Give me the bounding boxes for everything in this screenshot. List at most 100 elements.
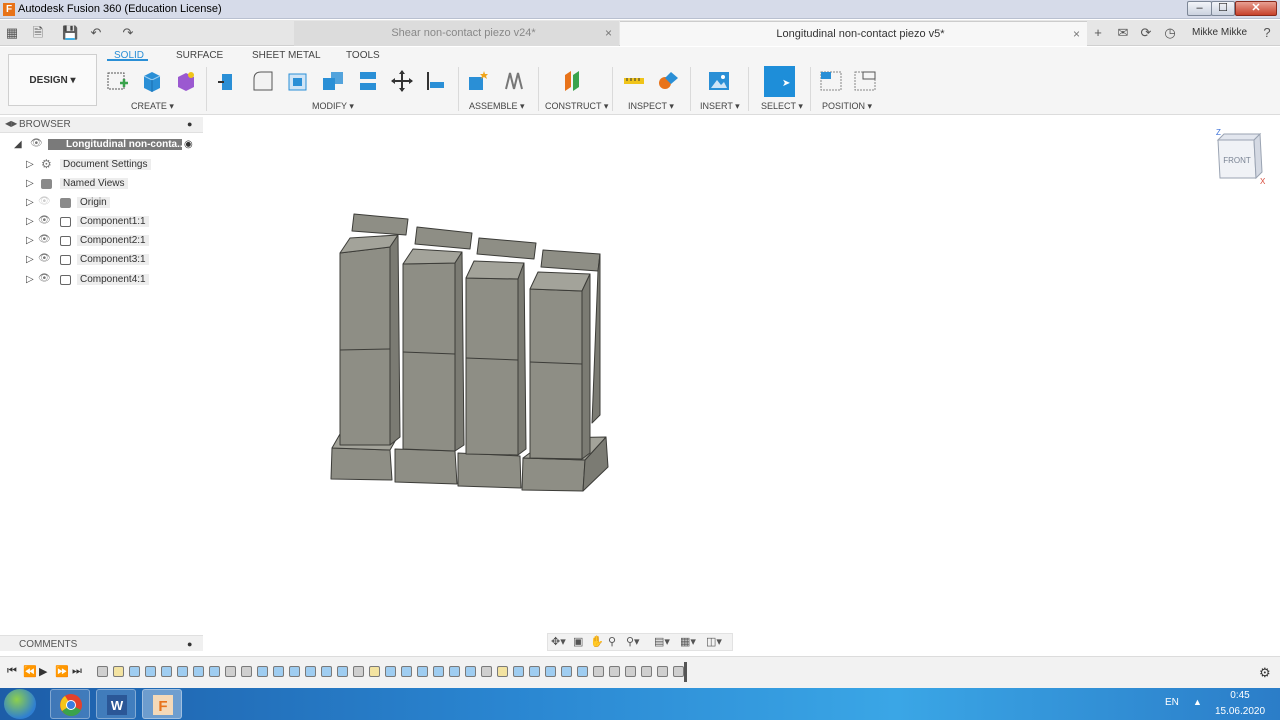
redo-icon[interactable]: ↷ [120,25,136,41]
create-form-icon[interactable] [174,69,198,93]
ribbon-tab-surface[interactable]: SURFACE [176,50,223,61]
press-pull-icon[interactable] [216,69,240,93]
fusion-taskbar-button[interactable]: F [142,689,182,719]
expand-triangle-icon[interactable]: ▷ [26,159,34,170]
revert-position-icon[interactable] [853,69,877,93]
visibility-eye-icon[interactable]: 👁 [38,253,51,264]
visibility-eye-icon[interactable]: 👁 [38,234,51,245]
minimize-button[interactable]: – [1187,1,1212,16]
word-taskbar-button[interactable]: W [96,689,136,719]
save-icon[interactable]: 💾 [62,25,78,41]
tray-expand-icon[interactable]: ▲ [1193,697,1202,707]
help-icon[interactable]: ? [1259,25,1275,41]
expand-triangle-icon[interactable]: ▷ [26,254,34,265]
viewport-3d-model[interactable] [320,205,620,505]
move-copy-icon[interactable] [390,69,414,93]
collapse-icon[interactable]: ◀▶ [5,119,17,128]
comments-panel-header[interactable]: COMMENTS ● [0,635,203,651]
capture-position-icon[interactable] [819,69,843,93]
browser-item-component3[interactable]: ▷ 👁 Component3:1 [26,252,176,269]
collapse-triangle-icon[interactable]: ◢ [14,139,22,150]
browser-root-node[interactable]: ◢ 👁 Longitudinal non-conta... ◉ [14,137,199,154]
timeline-feature-icon[interactable] [625,666,636,677]
timeline-feature-icon[interactable] [657,666,668,677]
new-component-icon[interactable] [466,69,490,93]
timeline-feature-icon[interactable] [321,666,332,677]
timeline-feature-icon[interactable] [401,666,412,677]
fit-icon[interactable]: ⚲▾ [626,635,640,648]
display-settings-icon[interactable]: ▤▾ [654,635,670,648]
close-tab-icon[interactable]: × [605,21,612,45]
undo-icon[interactable]: ↶ [88,25,104,41]
select-tool-button[interactable]: ➤ [764,66,795,97]
extrude-icon[interactable] [140,69,164,93]
position-menu[interactable]: POSITION ▾ [822,101,872,112]
timeline-feature-icon[interactable] [161,666,172,677]
visibility-eye-icon[interactable]: 👁 [38,215,51,226]
close-window-button[interactable]: ✕ [1235,1,1277,16]
app-grid-icon[interactable]: ▦ [4,25,20,41]
timeline-feature-icon[interactable] [337,666,348,677]
browser-panel-header[interactable]: ◀▶ BROWSER ● [0,117,203,133]
measure-icon[interactable] [622,69,646,93]
timeline-feature-icon[interactable] [145,666,156,677]
timeline-start-icon[interactable]: ⏮ [7,665,17,678]
timeline-feature-icon[interactable] [385,666,396,677]
file-menu-icon[interactable]: 🗎 [30,25,46,41]
browser-item-named-views[interactable]: ▷ Named Views [26,176,176,193]
browser-item-component1[interactable]: ▷ 👁 Component1:1 [26,214,176,231]
select-menu[interactable]: SELECT ▾ [761,101,803,112]
timeline-feature-icon[interactable] [561,666,572,677]
timeline-prev-icon[interactable]: ⏪ [23,665,37,678]
create-menu[interactable]: CREATE ▾ [131,101,174,112]
timeline-feature-icon[interactable] [97,666,108,677]
timeline-feature-icon[interactable] [513,666,524,677]
insert-menu[interactable]: INSERT ▾ [700,101,740,112]
tab-longitudinal-piezo[interactable]: Longitudinal non-contact piezo v5* × [620,21,1087,46]
shell-icon[interactable] [286,69,310,93]
timeline-feature-icon[interactable] [641,666,652,677]
browser-item-origin[interactable]: ▷ 👁 Origin [26,195,176,212]
timeline-feature-icon[interactable] [225,666,236,677]
timeline-feature-icon[interactable] [257,666,268,677]
ribbon-tab-tools[interactable]: TOOLS [346,50,380,61]
viewcube[interactable]: FRONT Z X [1212,128,1272,186]
hidden-eye-icon[interactable]: 👁 [38,196,51,207]
maximize-button[interactable]: ☐ [1211,1,1235,16]
assemble-menu[interactable]: ASSEMBLE ▾ [469,101,525,112]
clock-date[interactable]: 15.06.2020 [1213,706,1267,717]
combine-icon[interactable] [321,69,345,93]
timeline-feature-icon[interactable] [129,666,140,677]
timeline-feature-icon[interactable] [545,666,556,677]
timeline-feature-icon[interactable] [353,666,364,677]
timeline-feature-icon[interactable] [577,666,588,677]
offset-plane-icon[interactable] [561,69,585,93]
language-indicator[interactable]: EN [1165,697,1179,708]
pan-icon[interactable]: ✋ [590,635,604,648]
timeline-settings-gear-icon[interactable]: ⚙ [1259,665,1271,681]
visibility-eye-icon[interactable]: 👁 [38,273,51,284]
timeline-feature-icon[interactable] [209,666,220,677]
timeline-marker[interactable] [684,662,687,682]
timeline-play-icon[interactable]: ▶ [39,665,47,678]
orbit-icon[interactable]: ✥▾ [551,635,566,648]
browser-item-component4[interactable]: ▷ 👁 Component4:1 [26,272,176,289]
clock-icon[interactable]: ◷ [1162,25,1178,41]
viewports-icon[interactable]: ◫▾ [706,635,722,648]
timeline-end-icon[interactable]: ⏭ [72,665,82,678]
timeline-feature-icon[interactable] [289,666,300,677]
new-tab-icon[interactable]: + [1090,25,1106,41]
browser-item-component2[interactable]: ▷ 👁 Component2:1 [26,233,176,250]
grid-settings-icon[interactable]: ▦▾ [680,635,696,648]
timeline-feature-icon[interactable] [481,666,492,677]
tab-shear-piezo[interactable]: Shear non-contact piezo v24* × [294,21,619,46]
timeline-feature-icon[interactable] [609,666,620,677]
timeline-feature-icon[interactable] [465,666,476,677]
expand-triangle-icon[interactable]: ▷ [26,274,34,285]
timeline-feature-icon[interactable] [497,666,508,677]
look-at-icon[interactable]: ▣ [573,635,583,648]
timeline-feature-icon[interactable] [113,666,124,677]
timeline-feature-icon[interactable] [369,666,380,677]
joint-icon[interactable] [502,69,526,93]
visibility-eye-icon[interactable]: 👁 [30,138,43,149]
